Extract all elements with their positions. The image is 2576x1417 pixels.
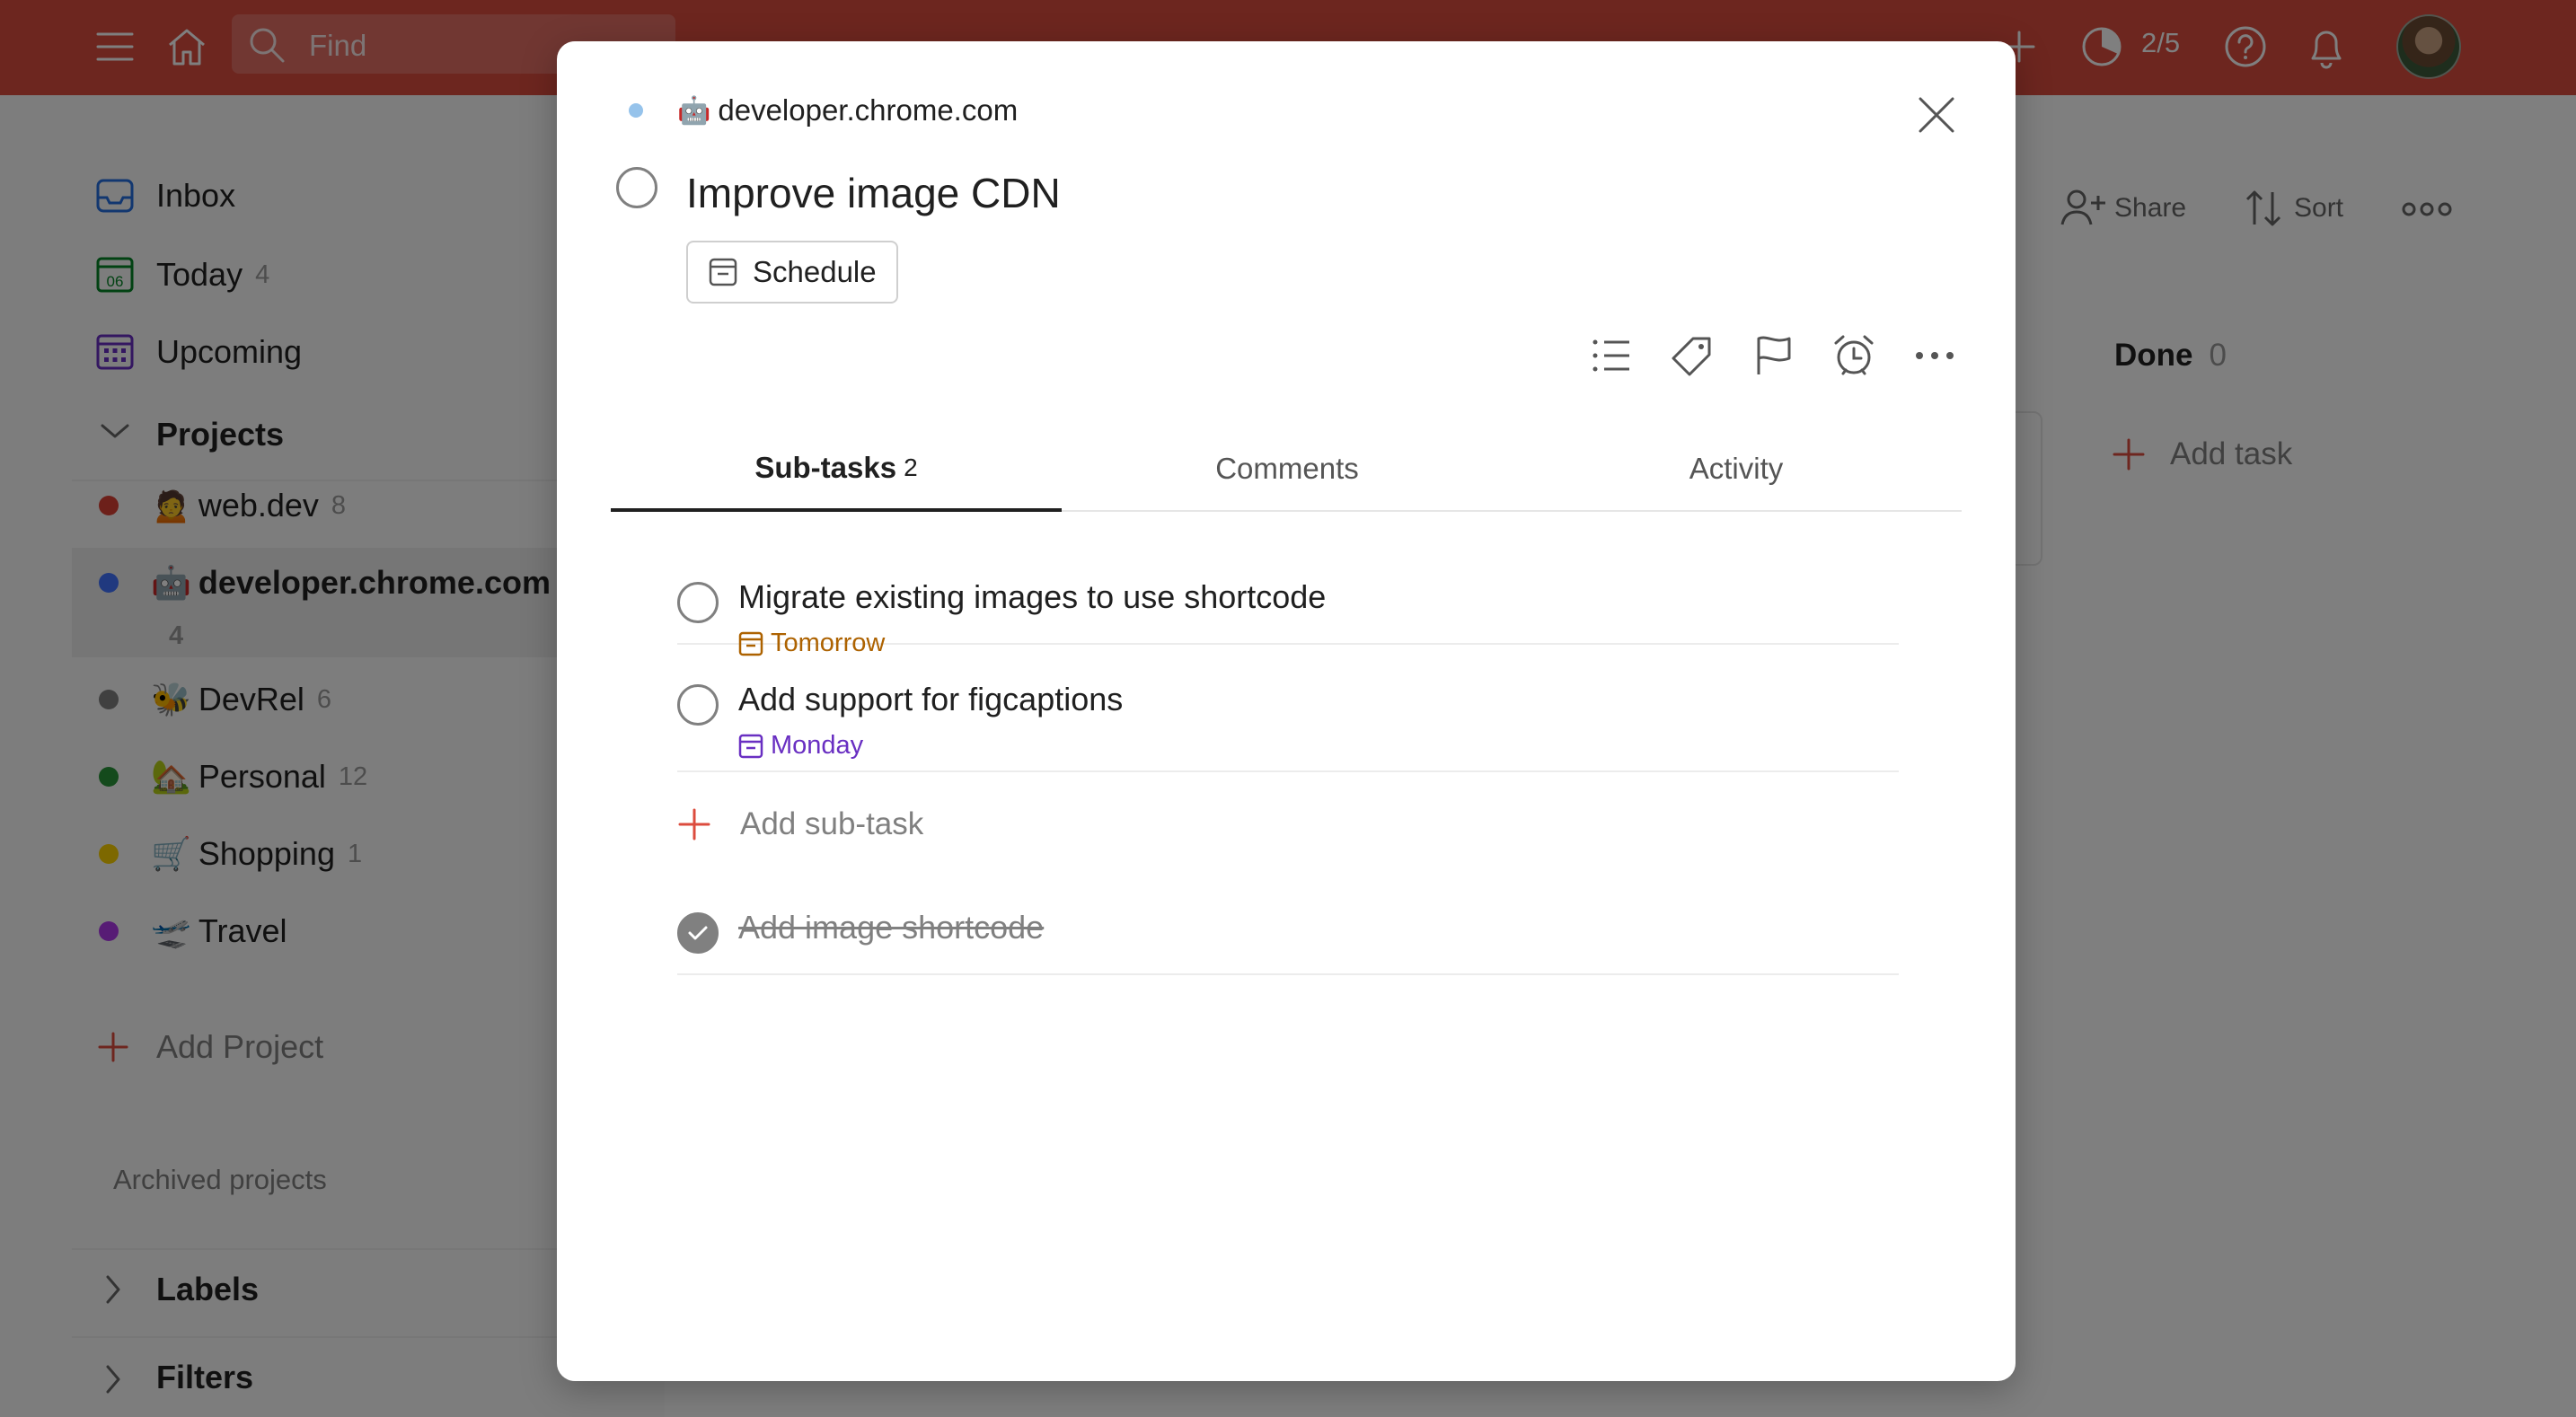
add-icon (678, 808, 710, 841)
tab-comments[interactable]: Comments (1062, 427, 1513, 510)
flag-icon[interactable] (1748, 330, 1798, 381)
tab-subtasks[interactable]: Sub-tasks 2 (611, 427, 1062, 512)
label-icon[interactable] (1667, 330, 1717, 381)
subtask-title[interactable]: Add image shortcode (738, 909, 1044, 946)
subtask-row[interactable]: Migrate existing images to use shortcode… (677, 541, 1899, 657)
calendar-icon (709, 258, 737, 286)
calendar-icon (738, 734, 763, 758)
alarm-icon[interactable] (1829, 330, 1879, 381)
tab-label: Activity (1689, 452, 1784, 485)
more-actions-icon[interactable] (1910, 330, 1960, 381)
project-emoji: 🤖 (677, 94, 711, 127)
completed-subtask-row[interactable]: Add image shortcode (677, 871, 1899, 975)
subtask-checkbox[interactable] (677, 684, 719, 726)
subtask-checkbox-checked[interactable] (677, 912, 719, 954)
tab-label: Sub-tasks (754, 451, 897, 484)
due-date-label: Monday (771, 731, 864, 760)
schedule-button[interactable]: Schedule (686, 241, 898, 304)
breadcrumb[interactable]: 🤖 developer.chrome.com (629, 93, 1018, 128)
project-color-dot (629, 103, 643, 118)
tab-label: Comments (1215, 452, 1359, 485)
tab-activity[interactable]: Activity (1511, 427, 1962, 510)
subtask-checkbox[interactable] (677, 582, 719, 623)
task-detail-modal: 🤖 developer.chrome.com Improve image CDN… (557, 41, 2016, 1381)
schedule-label: Schedule (753, 255, 877, 288)
list-icon[interactable] (1586, 330, 1636, 381)
tab-count: 2 (904, 453, 918, 481)
subtask-title[interactable]: Add support for figcaptions (738, 681, 1123, 718)
subtask-due-date[interactable]: Monday (738, 731, 863, 761)
task-complete-checkbox[interactable] (616, 167, 657, 208)
tab-bar: Sub-tasks 2 Comments Activity (611, 427, 1962, 512)
checkmark-icon (688, 926, 708, 940)
task-title[interactable]: Improve image CDN (686, 169, 1061, 217)
add-subtask-label: Add sub-task (740, 806, 924, 841)
project-name: developer.chrome.com (718, 93, 1019, 127)
subtask-title[interactable]: Migrate existing images to use shortcode (738, 578, 1326, 616)
close-icon[interactable] (1911, 90, 1962, 140)
add-subtask-button[interactable]: Add sub-task (677, 806, 923, 842)
subtask-row[interactable]: Add support for figcaptions Monday (677, 645, 1899, 772)
